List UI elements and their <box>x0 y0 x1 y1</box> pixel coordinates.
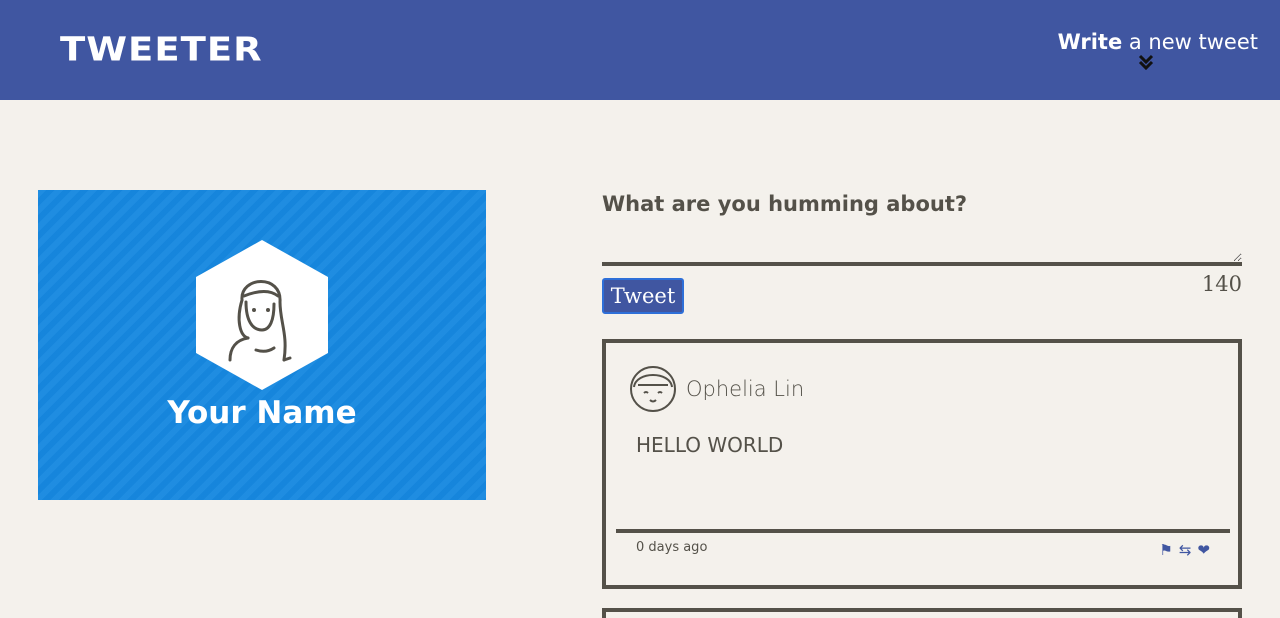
retweet-icon[interactable]: ⇆ <box>1179 543 1192 558</box>
tweet-text: HELLO WORLD <box>636 433 784 457</box>
tweet-button[interactable]: Tweet <box>602 278 684 314</box>
navbar: TWEETER Write a new tweet <box>0 0 1280 100</box>
brand-logo[interactable]: TWEETER <box>60 30 263 69</box>
profile-avatar <box>196 240 328 390</box>
compose-toggle-rest: a new tweet <box>1122 30 1258 54</box>
character-counter: 140 <box>1201 272 1242 296</box>
tweet-timestamp: 0 days ago <box>636 540 708 555</box>
tweet-card: Ophelia Lin HELLO WORLD 0 days ago ⚑ ⇆ ❤ <box>602 339 1242 589</box>
tweet-author: Ophelia Lin <box>686 377 805 401</box>
user-avatar <box>630 366 676 412</box>
tweet-card-next <box>602 608 1242 618</box>
compose-form: What are you humming about? Tweet 140 <box>602 190 1242 314</box>
write-tweet-toggle[interactable]: Write a new tweet <box>1057 30 1258 70</box>
flag-icon[interactable]: ⚑ <box>1159 543 1172 558</box>
profile-card: Your Name <box>38 190 486 500</box>
tweet-textarea[interactable] <box>602 190 1242 266</box>
profile-name: Your Name <box>167 395 357 431</box>
heart-icon[interactable]: ❤ <box>1197 543 1210 558</box>
tweet-divider <box>616 529 1230 533</box>
tweet-actions: ⚑ ⇆ ❤ <box>1159 543 1210 558</box>
double-chevron-down-icon[interactable] <box>1138 54 1154 70</box>
compose-toggle-bold: Write <box>1057 30 1123 54</box>
